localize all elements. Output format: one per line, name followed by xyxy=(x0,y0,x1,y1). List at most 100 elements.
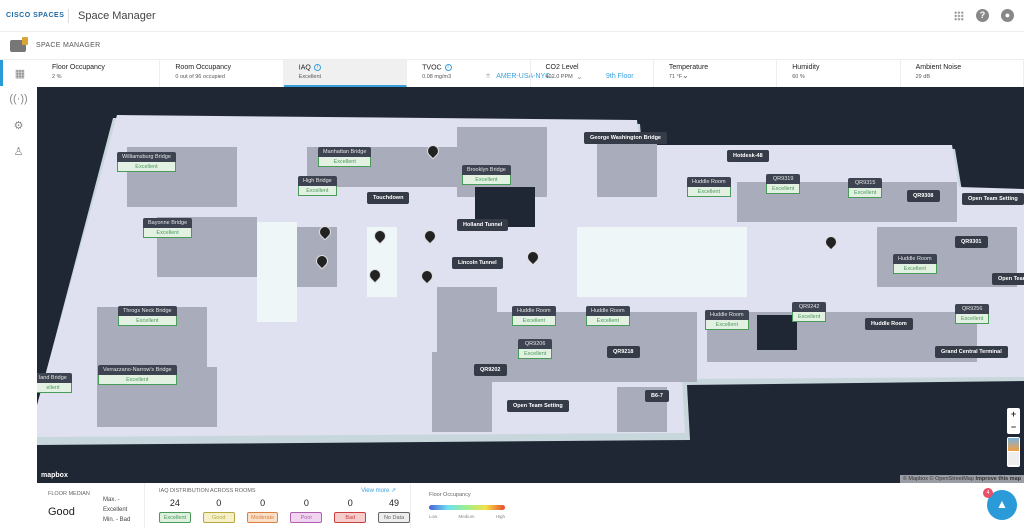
cisco-spaces-logo[interactable]: CISCO SPACES xyxy=(6,12,68,19)
room-name: Huddle Room xyxy=(705,310,749,320)
min-value: Min. - Bad xyxy=(103,517,131,523)
metric-tab[interactable]: Temperature 71 °F xyxy=(654,60,778,87)
legend-medium: Medium xyxy=(458,514,475,519)
left-nav: ▦ ((·)) ⚙ ♙ xyxy=(0,60,37,528)
user-icon[interactable]: ● xyxy=(1001,9,1014,22)
room-label[interactable]: Throgs Neck Bridge Excellent xyxy=(118,306,177,326)
room-label[interactable]: QR9218 xyxy=(607,346,640,358)
room-name: QR9308 xyxy=(907,190,940,202)
plain-layer-icon[interactable] xyxy=(1008,452,1019,465)
room-label[interactable]: Williamsburg Bridge Excellent xyxy=(117,152,176,172)
nav-devices[interactable]: ⚙ xyxy=(0,112,37,138)
floor-plan xyxy=(37,115,1024,445)
room-label[interactable]: Lincoln Tunnel xyxy=(452,257,503,269)
metric-value: 0 out of 96 occupied xyxy=(175,74,225,80)
help-icon[interactable]: ? xyxy=(976,9,989,22)
space-manager-icon xyxy=(10,36,28,52)
metric-tab[interactable]: IAQ i Excellent xyxy=(283,60,408,87)
room-label[interactable]: George Washington Bridge xyxy=(584,132,667,144)
layer-switcher[interactable] xyxy=(1007,437,1020,467)
info-icon[interactable]: i xyxy=(444,64,452,71)
room-label[interactable]: Huddle Room Excellent xyxy=(893,254,937,274)
metrics-tabs: Floor Occupancy 2 % Room Occupancy 0 out of… xyxy=(37,60,1024,87)
room-status: Excellent xyxy=(955,314,990,324)
room-label[interactable]: QR9301 xyxy=(955,236,988,248)
room-label[interactable]: Bayonne Bridge Excellent xyxy=(143,218,193,238)
zoom-in-button[interactable]: + xyxy=(1007,408,1020,421)
room-label[interactable]: Huddle Room Excellent xyxy=(687,177,731,197)
room-name: Huddle Room xyxy=(865,318,913,330)
room-label[interactable]: Huddle Room Excellent xyxy=(705,310,749,330)
room-label[interactable]: QR9242 Excellent xyxy=(792,302,827,322)
room-label[interactable]: Huddle Room Excellent xyxy=(512,306,556,326)
room-name: QR9218 xyxy=(607,346,640,358)
bucket-count: 0 xyxy=(260,498,266,508)
room-label[interactable]: Hotdesk-48 xyxy=(727,150,769,162)
view-more-text: View more xyxy=(361,488,390,494)
mapbox-logo[interactable]: mapbox xyxy=(41,472,68,479)
room-label[interactable]: Verrazzano-Narrow's Bridge Excellent xyxy=(98,365,177,385)
metric-tab[interactable]: CO2 Level 402.0 PPM xyxy=(531,60,654,87)
metric-value: 402.0 PPM xyxy=(545,74,573,80)
room-status: Excellent xyxy=(298,186,337,196)
room-name: QR9301 xyxy=(955,236,988,248)
room-label[interactable]: Manhattan Bridge Excellent xyxy=(318,147,372,167)
room-status: Excellent xyxy=(893,264,937,274)
iaq-bucket[interactable]: 0 Moderate xyxy=(246,498,279,523)
nav-sensors[interactable]: ((·)) xyxy=(0,86,37,112)
room-label[interactable]: QR9256 Excellent xyxy=(955,304,990,324)
metric-tab[interactable]: Room Occupancy 0 out of 96 occupied xyxy=(160,60,284,87)
assistant-rocket-button[interactable]: 4 ▲ xyxy=(983,488,1017,520)
room-name: Lincoln Tunnel xyxy=(452,257,503,269)
divider xyxy=(68,8,69,23)
metric-tab[interactable]: Floor Occupancy 2 % xyxy=(37,60,161,87)
floor-map[interactable]: Williamsburg Bridge Excellent Manhattan Br… xyxy=(37,87,1024,483)
room-label[interactable]: Huddle Room xyxy=(865,318,913,330)
room-label[interactable]: Open Team xyxy=(992,273,1024,285)
iaq-bucket[interactable]: 0 Poor xyxy=(290,498,323,523)
room-label[interactable]: land Bridge ellent xyxy=(37,373,72,393)
room-label[interactable]: Touchdown xyxy=(367,192,410,204)
room-label[interactable]: Grand Central Terminal xyxy=(935,346,1008,358)
iaq-bucket[interactable]: 0 Bad xyxy=(334,498,367,523)
room-name: B6-7 xyxy=(645,390,669,402)
room-name: Open Team Setting xyxy=(962,193,1024,205)
metric-title: Floor Occupancy xyxy=(52,64,105,71)
metric-value: 71 °F xyxy=(668,74,683,80)
iaq-bucket[interactable]: 0 Good xyxy=(202,498,235,523)
room-status: Excellent xyxy=(766,184,801,194)
heatmap-layer-icon[interactable] xyxy=(1008,438,1019,451)
info-icon[interactable]: i xyxy=(313,64,321,71)
attribution-text[interactable]: © Mapbox © OpenStreetMap xyxy=(903,476,974,482)
room-label[interactable]: QR9315 Excellent xyxy=(848,178,883,198)
improve-map-link[interactable]: Improve this map xyxy=(975,476,1021,482)
bucket-count: 0 xyxy=(347,498,353,508)
metric-tab[interactable]: Humidity 60 % xyxy=(777,60,901,87)
room-name: Brooklyn Bridge xyxy=(462,165,511,175)
room-label[interactable]: QR9319 Excellent xyxy=(766,174,801,194)
zoom-out-button[interactable]: − xyxy=(1007,421,1020,434)
metric-tab[interactable]: Ambient Noise 29 dB xyxy=(901,60,1024,87)
room-label[interactable]: Huddle Room Excellent xyxy=(586,306,630,326)
room-label[interactable]: Open Team Setting xyxy=(962,193,1024,205)
room-label[interactable]: B6-7 xyxy=(645,390,669,402)
view-more-link[interactable]: View more ↗ xyxy=(361,487,396,494)
room-label[interactable]: QR9206 Excellent xyxy=(518,339,553,359)
metric-tab[interactable]: TVOC i 0.08 mg/m3 xyxy=(407,60,531,87)
room-label[interactable]: QR9308 xyxy=(907,190,940,202)
iaq-bucket[interactable]: 49 No Data xyxy=(378,498,410,523)
nav-floor-map[interactable]: ▦ xyxy=(0,60,37,86)
room-name: QR9319 xyxy=(766,174,801,184)
room-label[interactable]: High Bridge Excellent xyxy=(298,176,337,196)
bucket-count: 0 xyxy=(303,498,309,508)
room-label[interactable]: Holland Tunnel xyxy=(457,219,509,231)
apps-grid-icon[interactable] xyxy=(954,11,964,21)
iaq-bucket[interactable]: 24 Excellent xyxy=(159,498,191,523)
room-label[interactable]: Brooklyn Bridge Excellent xyxy=(462,165,511,185)
room-label[interactable]: QR9202 xyxy=(474,364,507,376)
nav-people[interactable]: ♙ xyxy=(0,138,37,164)
room-status: Excellent xyxy=(792,312,827,322)
room-name: Holland Tunnel xyxy=(457,219,509,231)
room-name: Williamsburg Bridge xyxy=(117,152,176,162)
room-label[interactable]: Open Team Setting xyxy=(507,400,569,412)
